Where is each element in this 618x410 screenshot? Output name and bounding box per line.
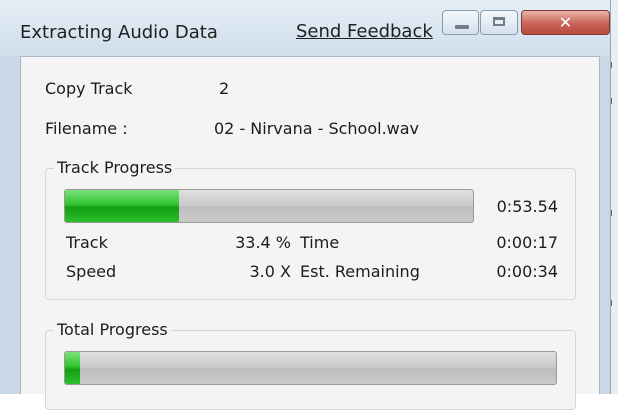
close-icon: ✕ <box>558 13 573 32</box>
total-progress-group: Total Progress <box>45 320 576 410</box>
minimize-button[interactable] <box>442 10 479 35</box>
est-remaining-label: Est. Remaining <box>300 262 420 281</box>
minimize-icon <box>455 25 469 29</box>
close-button[interactable]: ✕ <box>521 10 610 35</box>
window-title: Extracting Audio Data <box>20 22 218 43</box>
filename-value: 02 - Nirvana - School.wav <box>214 119 420 138</box>
title-bar[interactable]: Extracting Audio Data Send Feedback ✕ <box>0 0 610 56</box>
total-progress-title: Total Progress <box>54 320 171 339</box>
extracting-audio-dialog: Extracting Audio Data Send Feedback ✕ Co… <box>0 0 611 410</box>
maximize-icon <box>493 17 505 26</box>
send-feedback-link[interactable]: Send Feedback <box>296 21 433 42</box>
track-duration: 0:53.54 <box>496 197 558 216</box>
track-label: Track <box>66 233 108 252</box>
time-label: Time <box>300 233 340 252</box>
dialog-content: Copy Track 2 Filename : 02 - Nirvana - S… <box>20 56 600 410</box>
maximize-button[interactable] <box>480 10 518 35</box>
elapsed-time-value: 0:00:17 <box>496 233 558 252</box>
total-progress-fill <box>65 352 80 384</box>
est-remaining-value: 0:00:34 <box>496 262 558 281</box>
filename-label: Filename : <box>45 119 128 138</box>
speed-label: Speed <box>66 262 117 281</box>
copy-track-label: Copy Track <box>45 79 133 98</box>
total-progress-bar <box>64 351 557 385</box>
track-percent: 33.4 % <box>235 233 291 252</box>
track-progress-title: Track Progress <box>54 158 176 177</box>
track-progress-fill <box>65 190 180 222</box>
speed-value: 3.0 X <box>249 262 292 281</box>
copy-track-value: 2 <box>219 79 230 98</box>
track-progress-bar <box>64 189 474 223</box>
track-progress-group: Track Progress 0:53.54 Track 33.4 % Time… <box>45 158 576 300</box>
